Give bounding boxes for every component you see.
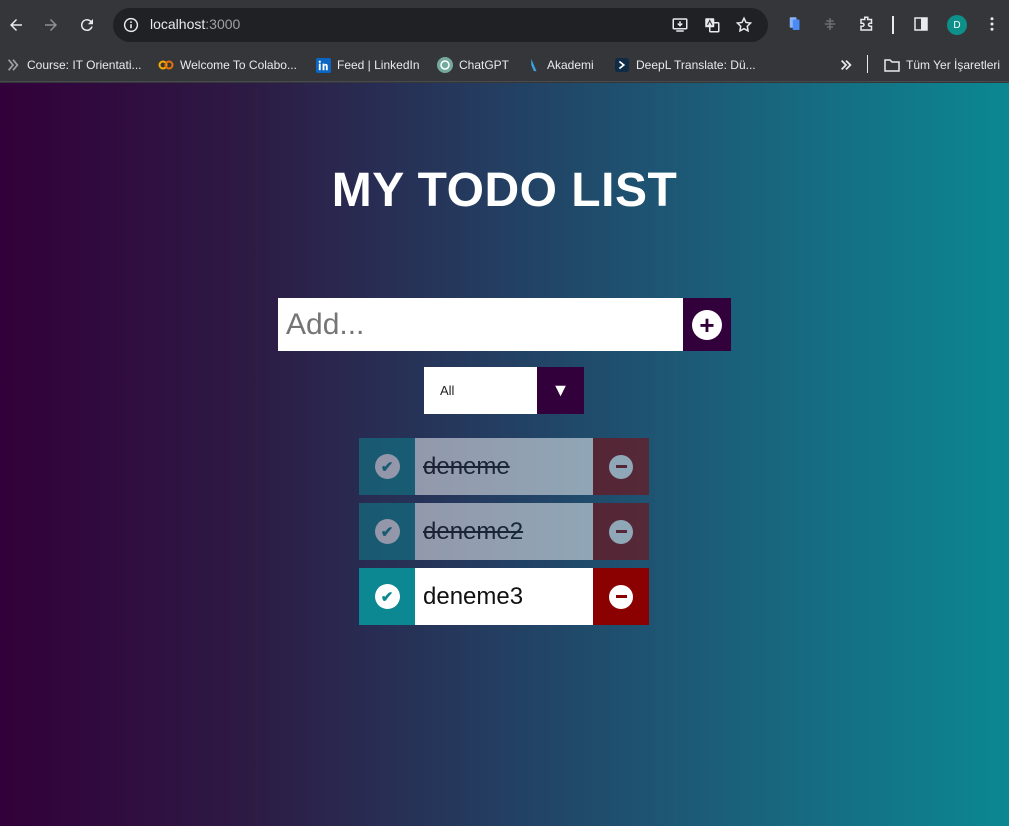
bookmark-chatgpt[interactable]: ChatGPT xyxy=(437,54,509,76)
check-icon: ✔ xyxy=(374,454,400,479)
complete-button[interactable]: ✔ xyxy=(359,438,415,495)
all-bookmarks-label: Tüm Yer İşaretleri xyxy=(906,58,1001,72)
chatgpt-favicon-icon xyxy=(437,57,453,73)
all-bookmarks-folder[interactable]: Tüm Yer İşaretleri xyxy=(884,54,1000,76)
todo-text: deneme2 xyxy=(415,503,593,560)
filter-select[interactable]: All ▼ xyxy=(424,367,584,414)
url-host: localhost xyxy=(150,16,206,32)
minus-circle-icon xyxy=(609,454,633,479)
delete-button[interactable] xyxy=(593,568,649,625)
folder-icon xyxy=(884,57,900,73)
todo-input[interactable] xyxy=(278,298,683,351)
bookmark-label: DeepL Translate: Dü... xyxy=(636,58,756,72)
bookmark-label: Feed | LinkedIn xyxy=(337,58,420,72)
bookmark-linkedin[interactable]: Feed | LinkedIn xyxy=(315,54,420,76)
reload-button[interactable] xyxy=(72,10,102,40)
reload-icon xyxy=(80,19,93,32)
todo-item: ✔ deneme2 xyxy=(359,503,649,560)
check-icon: ✔ xyxy=(374,584,400,609)
add-todo-form: + xyxy=(278,298,731,351)
translate-icon[interactable] xyxy=(702,15,722,35)
back-button[interactable] xyxy=(1,10,31,40)
bookmarks-bar: Course: IT Orientati... Welcome To Colab… xyxy=(0,48,1009,82)
url-text[interactable]: localhost:3000 xyxy=(150,16,240,32)
forward-arrow-icon xyxy=(45,19,57,31)
side-panel-icon[interactable] xyxy=(911,14,931,34)
toolbar-divider xyxy=(892,16,894,34)
browser-toolbar: localhost:3000 D xyxy=(0,0,1009,48)
colab-favicon-icon xyxy=(158,57,174,73)
menu-kebab-icon[interactable] xyxy=(982,14,1002,34)
linkedin-favicon-icon xyxy=(315,57,331,73)
bookmark-course[interactable]: Course: IT Orientati... xyxy=(5,54,142,76)
bookmark-label: Akademi xyxy=(547,58,594,72)
double-chevron-icon xyxy=(838,57,854,73)
course-favicon-icon xyxy=(5,57,21,73)
extension-scale-icon[interactable] xyxy=(820,14,840,34)
bookmark-label: ChatGPT xyxy=(459,58,510,72)
bookmarks-overflow-button[interactable] xyxy=(838,54,860,76)
deepl-favicon-icon xyxy=(614,57,630,73)
install-app-icon[interactable] xyxy=(670,15,690,35)
akademi-favicon-icon xyxy=(525,57,541,73)
complete-button[interactable]: ✔ xyxy=(359,503,415,560)
todo-text: deneme3 xyxy=(415,568,593,625)
page-title: MY TODO LIST xyxy=(331,164,678,217)
delete-button[interactable] xyxy=(593,503,649,560)
bookmark-star-icon[interactable] xyxy=(734,15,754,35)
bookmarks-divider xyxy=(867,55,868,73)
check-icon: ✔ xyxy=(374,519,400,544)
back-arrow-icon xyxy=(10,19,22,31)
todo-item: ✔ deneme xyxy=(359,438,649,495)
forward-button[interactable] xyxy=(36,10,66,40)
minus-circle-icon xyxy=(609,584,633,609)
add-todo-button[interactable]: + xyxy=(683,298,731,351)
bookmark-akademi[interactable]: Akademi xyxy=(525,54,594,76)
minus-circle-icon xyxy=(609,519,633,544)
bookmark-deepl[interactable]: DeepL Translate: Dü... xyxy=(614,54,756,76)
delete-button[interactable] xyxy=(593,438,649,495)
dropdown-arrow-icon: ▼ xyxy=(537,367,584,414)
page-viewport: MY TODO LIST + All ▼ ✔ deneme ✔ deneme2 … xyxy=(0,83,1009,826)
extensions-puzzle-icon[interactable] xyxy=(857,14,877,34)
bookmark-label: Welcome To Colabo... xyxy=(180,58,297,72)
filter-selected-value: All xyxy=(424,367,537,414)
bookmark-colabo[interactable]: Welcome To Colabo... xyxy=(158,54,297,76)
extension-docs-icon[interactable] xyxy=(785,14,805,34)
bookmark-label: Course: IT Orientati... xyxy=(27,58,142,72)
todo-text: deneme xyxy=(415,438,593,495)
plus-circle-icon: + xyxy=(692,309,722,340)
complete-button[interactable]: ✔ xyxy=(359,568,415,625)
site-info-icon[interactable] xyxy=(121,15,141,35)
profile-avatar[interactable]: D xyxy=(947,15,967,35)
url-port: :3000 xyxy=(205,16,241,32)
todo-item: ✔ deneme3 xyxy=(359,568,649,625)
address-bar[interactable]: localhost:3000 xyxy=(113,8,768,42)
